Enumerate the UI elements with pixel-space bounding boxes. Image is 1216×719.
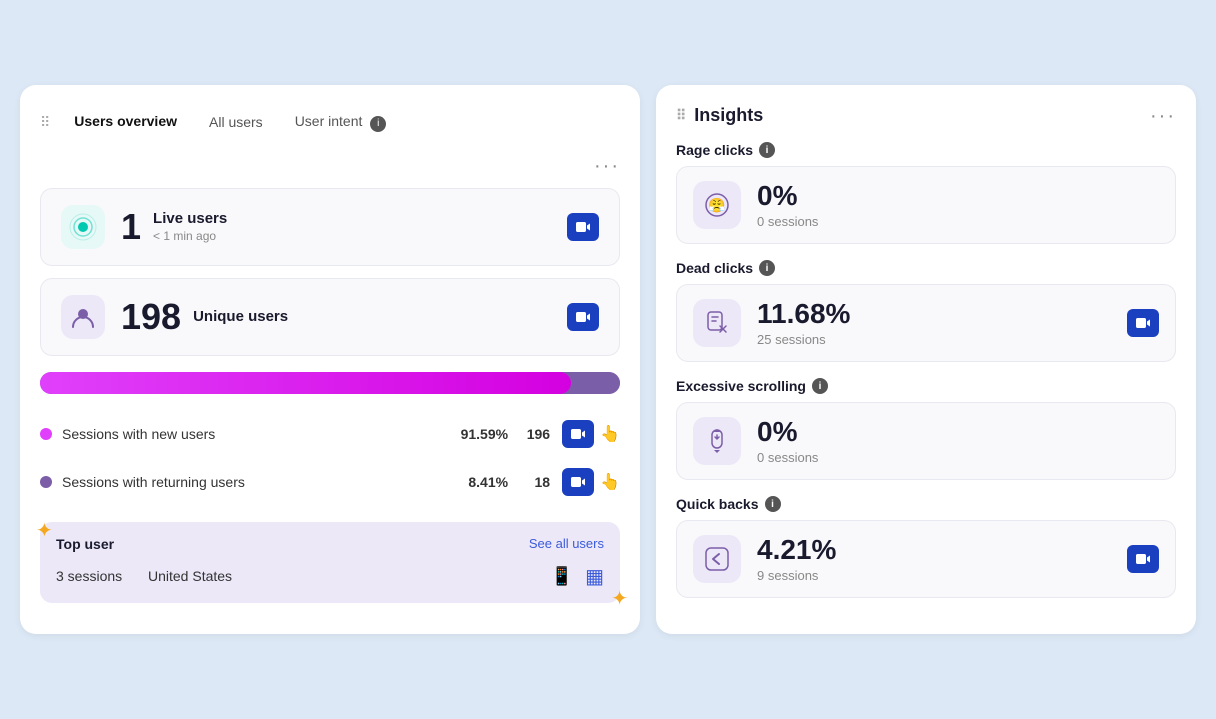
- new-users-actions: 👆: [562, 420, 620, 448]
- dead-clicks-info-icon: i: [759, 260, 775, 276]
- returning-users-video-button[interactable]: [562, 468, 594, 496]
- returning-users-dot: [40, 476, 52, 488]
- quick-backs-card: 4.21% 9 sessions: [676, 520, 1176, 598]
- drag-handle-icon: ⠿: [40, 114, 50, 131]
- quick-backs-icon: [693, 535, 741, 583]
- dashboard: ⠿ Users overview All users User intent i…: [20, 85, 1196, 634]
- returning-users-filter-icon[interactable]: 👆: [600, 472, 620, 492]
- excessive-scrolling-card: 0% 0 sessions: [676, 402, 1176, 480]
- dead-clicks-value: 11.68% 25 sessions: [757, 299, 1127, 347]
- dead-clicks-icon: [693, 299, 741, 347]
- new-users-bar: [40, 372, 571, 394]
- quick-backs-title: Quick backs i: [676, 496, 1176, 512]
- excessive-scrolling-section: Excessive scrolling i 0% 0 sessions: [676, 378, 1176, 480]
- more-options-button[interactable]: ···: [594, 156, 620, 176]
- insights-header: ⠿ Insights ···: [676, 105, 1176, 126]
- unique-users-label: Unique users: [193, 308, 567, 325]
- rage-clicks-section: Rage clicks i 😤 0% 0 sessions: [676, 142, 1176, 244]
- live-users-icon: [61, 205, 105, 249]
- unique-users-card: 198 Unique users: [40, 278, 620, 356]
- user-intent-info-icon: i: [370, 116, 386, 132]
- excessive-scrolling-info-icon: i: [812, 378, 828, 394]
- top-user-sessions: 3 sessions: [56, 568, 136, 584]
- rage-clicks-title: Rage clicks i: [676, 142, 1176, 158]
- unique-users-video-button[interactable]: [567, 303, 599, 331]
- sparkle-bottom-right-icon: ✦: [611, 586, 628, 611]
- new-users-dot: [40, 428, 52, 440]
- new-users-filter-icon[interactable]: 👆: [600, 424, 620, 444]
- new-users-session-row: Sessions with new users 91.59% 196 👆: [40, 410, 620, 458]
- svg-text:😤: 😤: [708, 197, 726, 213]
- top-user-row: 3 sessions United States 📱 ▦: [56, 564, 604, 589]
- live-users-video-button[interactable]: [567, 213, 599, 241]
- panel-header: ···: [40, 156, 620, 176]
- new-users-count: 196: [520, 426, 550, 442]
- dead-clicks-title: Dead clicks i: [676, 260, 1176, 276]
- unique-users-count: 198: [121, 299, 181, 335]
- tab-all-users[interactable]: All users: [193, 106, 279, 138]
- sessions-progress-bar: [40, 372, 620, 394]
- rage-clicks-card: 😤 0% 0 sessions: [676, 166, 1176, 244]
- excessive-scrolling-value: 0% 0 sessions: [757, 417, 1159, 465]
- top-user-section: ✦ Top user See all users 3 sessions Unit…: [40, 522, 620, 603]
- returning-users-count: 18: [520, 474, 550, 490]
- dead-clicks-card: 11.68% 25 sessions: [676, 284, 1176, 362]
- quick-backs-section: Quick backs i 4.21% 9 sessions: [676, 496, 1176, 598]
- live-users-label: Live users < 1 min ago: [153, 210, 567, 243]
- excessive-scrolling-title: Excessive scrolling i: [676, 378, 1176, 394]
- new-users-video-button[interactable]: [562, 420, 594, 448]
- insights-more-options-button[interactable]: ···: [1150, 106, 1176, 126]
- excessive-scrolling-icon: [693, 417, 741, 465]
- insights-panel: ⠿ Insights ··· Rage clicks i 😤 0%: [656, 85, 1196, 634]
- returning-users-label: Sessions with returning users: [62, 474, 458, 490]
- unique-users-icon: [61, 295, 105, 339]
- mobile-device-icon: 📱: [551, 566, 573, 587]
- rage-clicks-info-icon: i: [759, 142, 775, 158]
- new-users-label: Sessions with new users: [62, 426, 458, 442]
- dead-clicks-section: Dead clicks i 11.68% 25 sessions: [676, 260, 1176, 362]
- see-all-users-link[interactable]: See all users: [529, 536, 604, 551]
- tabs-bar: ⠿ Users overview All users User intent i: [40, 105, 620, 140]
- rage-clicks-value: 0% 0 sessions: [757, 181, 1159, 229]
- live-users-count: 1: [121, 209, 141, 245]
- dead-clicks-video-button[interactable]: [1127, 309, 1159, 337]
- insights-drag-handle-icon: ⠿: [676, 107, 686, 124]
- sparkle-top-left-icon: ✦: [36, 518, 53, 543]
- insights-title-text: Insights: [694, 105, 763, 126]
- live-users-card: 1 Live users < 1 min ago: [40, 188, 620, 266]
- insights-title-bar: ⠿ Insights: [676, 105, 763, 126]
- tab-user-intent[interactable]: User intent i: [279, 105, 403, 140]
- new-users-pct: 91.59%: [458, 426, 508, 442]
- quick-backs-video-button[interactable]: [1127, 545, 1159, 573]
- top-user-country: United States: [148, 568, 539, 584]
- returning-users-pct: 8.41%: [458, 474, 508, 490]
- top-user-details-icon[interactable]: ▦: [585, 564, 604, 589]
- tab-users-overview[interactable]: Users overview: [58, 105, 193, 139]
- users-overview-panel: ⠿ Users overview All users User intent i…: [20, 85, 640, 634]
- returning-users-bar: [571, 372, 620, 394]
- top-user-title: Top user: [56, 536, 114, 552]
- quick-backs-info-icon: i: [765, 496, 781, 512]
- rage-clicks-icon: 😤: [693, 181, 741, 229]
- returning-users-session-row: Sessions with returning users 8.41% 18 👆: [40, 458, 620, 506]
- top-user-header: Top user See all users: [56, 536, 604, 552]
- quick-backs-value: 4.21% 9 sessions: [757, 535, 1127, 583]
- progress-track: [40, 372, 620, 394]
- returning-users-actions: 👆: [562, 468, 620, 496]
